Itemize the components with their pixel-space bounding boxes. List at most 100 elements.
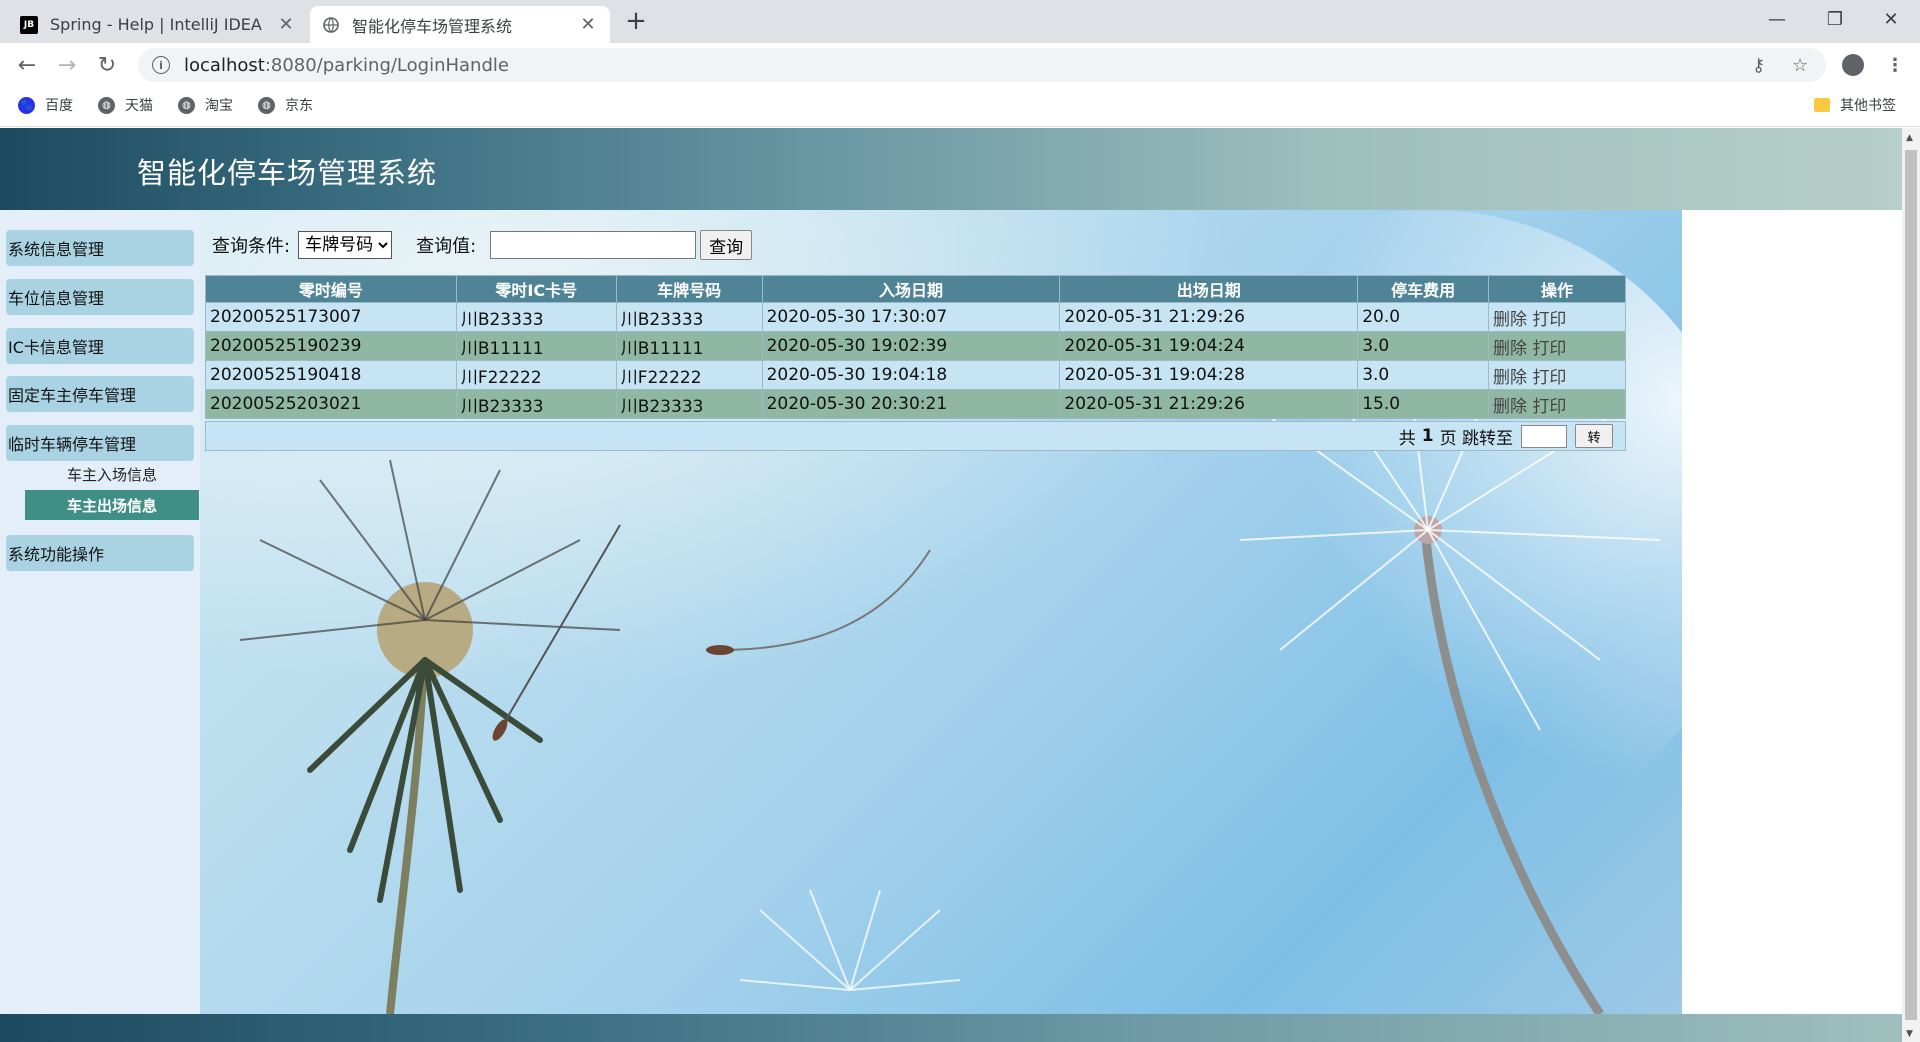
delete-link[interactable]: 删除: [1493, 368, 1527, 388]
other-bookmarks[interactable]: 其他书签: [1814, 95, 1896, 115]
bookmark-label: 天猫: [125, 98, 153, 114]
query-condition-select[interactable]: 车牌号码: [298, 231, 393, 259]
cell-fee: 3.0: [1357, 331, 1490, 361]
close-icon[interactable]: ✕: [578, 14, 598, 35]
right-blank-area: [1682, 210, 1902, 1014]
cell-entry-date: 2020-05-30 20:30:21: [761, 389, 1061, 419]
menu-system-functions[interactable]: 系统功能操作: [6, 535, 194, 571]
key-icon[interactable]: ⚷: [1752, 55, 1765, 76]
reload-icon[interactable]: ↻: [92, 50, 122, 80]
browser-tab-parking[interactable]: 智能化停车场管理系统 ✕: [310, 6, 610, 43]
search-button[interactable]: 查询: [700, 230, 753, 260]
print-link[interactable]: 打印: [1532, 397, 1566, 417]
site-footer: [0, 1014, 1902, 1042]
cell-ic-card: 川B23333: [455, 302, 617, 332]
address-bar[interactable]: i localhost:8080/parking/LoginHandle: [138, 48, 1826, 82]
bookmarks-bar: 🐾 百度 ◍ 天猫 ◍ 淘宝 ◍ 京东 其他书签: [0, 87, 1920, 127]
main-content: 查询条件: 车牌号码 查询值: 查询 零时编号 零时IC卡号 车牌号码 入场日期…: [200, 210, 1682, 1014]
scroll-up-icon[interactable]: ▲: [1906, 133, 1913, 143]
bookmark-baidu[interactable]: 🐾 百度: [18, 95, 73, 115]
page-jump-input[interactable]: [1521, 424, 1567, 448]
cell-operations: 删除 打印: [1488, 331, 1626, 361]
bookmark-taobao[interactable]: ◍ 淘宝: [178, 95, 233, 115]
col-exit-date: 出场日期: [1059, 275, 1359, 303]
menu-parking-space[interactable]: 车位信息管理: [6, 279, 194, 315]
cell-ic-card: 川B23333: [455, 389, 617, 419]
cell-operations: 删除 打印: [1488, 389, 1626, 419]
cell-ic-card: 川F22222: [455, 360, 617, 390]
window-close-icon[interactable]: ✕: [1862, 0, 1920, 38]
delete-link[interactable]: 删除: [1493, 310, 1527, 330]
browser-toolbar: ← → ↻ i localhost:8080/parking/LoginHand…: [0, 43, 1920, 87]
page-scrollbar[interactable]: ▲ ▼: [1902, 128, 1920, 1042]
cell-temp-id: 20200525190239: [205, 331, 457, 361]
cell-temp-id: 20200525173007: [205, 302, 457, 332]
forward-icon[interactable]: →: [52, 50, 82, 80]
browser-tab-bar: JB Spring - Help | IntelliJ IDEA ✕ 智能化停车…: [0, 0, 1920, 43]
cell-exit-date: 2020-05-31 19:04:28: [1059, 360, 1359, 390]
col-parking-fee: 停车费用: [1357, 275, 1490, 303]
cell-exit-date: 2020-05-31 21:29:26: [1059, 389, 1359, 419]
bookmark-tmall[interactable]: ◍ 天猫: [98, 95, 153, 115]
cell-entry-date: 2020-05-30 19:04:18: [761, 360, 1061, 390]
info-icon[interactable]: i: [152, 56, 170, 74]
page-jump-button[interactable]: 转: [1575, 424, 1613, 448]
cell-fee: 3.0: [1357, 360, 1490, 390]
scrollbar-thumb[interactable]: [1905, 150, 1917, 1020]
delete-link[interactable]: 删除: [1493, 397, 1527, 417]
url-host: localhost: [184, 54, 265, 76]
baidu-paw-icon: 🐾: [18, 96, 35, 114]
tab-title: 智能化停车场管理系统: [352, 16, 513, 36]
table-row: 20200525190418 川F22222 川F22222 2020-05-3…: [205, 360, 1626, 390]
globe-icon: ◍: [98, 96, 115, 114]
col-temp-id: 零时编号: [205, 275, 457, 303]
bookmark-jd[interactable]: ◍ 京东: [258, 95, 313, 115]
col-temp-ic-card: 零时IC卡号: [455, 275, 617, 303]
col-operations: 操作: [1488, 275, 1626, 303]
delete-link[interactable]: 删除: [1493, 339, 1527, 359]
pagination-bar: 共 1 页 跳转至 转: [205, 421, 1626, 451]
cell-temp-id: 20200525190418: [205, 360, 457, 390]
col-entry-date: 入场日期: [761, 275, 1061, 303]
menu-system-info[interactable]: 系统信息管理: [6, 230, 194, 266]
cell-fee: 20.0: [1357, 302, 1490, 332]
scroll-down-icon[interactable]: ▼: [1906, 1029, 1913, 1039]
browser-tab-intellij[interactable]: JB Spring - Help | IntelliJ IDEA ✕: [8, 6, 308, 43]
cell-plate: 川F22222: [615, 360, 763, 390]
menu-fixed-owner-parking[interactable]: 固定车主停车管理: [6, 376, 194, 412]
cell-plate: 川B11111: [615, 331, 763, 361]
pager-total-suffix: 页 跳转至: [1439, 428, 1513, 449]
folder-icon: [1814, 98, 1830, 112]
minimize-icon[interactable]: —: [1748, 0, 1806, 38]
bookmark-label: 其他书签: [1840, 98, 1896, 114]
print-link[interactable]: 打印: [1532, 368, 1566, 388]
bookmark-label: 京东: [285, 98, 313, 114]
cell-fee: 15.0: [1357, 389, 1490, 419]
menu-ic-card[interactable]: IC卡信息管理: [6, 328, 194, 364]
close-icon[interactable]: ✕: [276, 14, 296, 35]
cell-temp-id: 20200525203021: [205, 389, 457, 419]
submenu-entry-info[interactable]: 车主入场信息: [25, 459, 199, 489]
globe-icon: ◍: [258, 96, 275, 114]
new-tab-icon[interactable]: +: [622, 6, 650, 36]
star-icon[interactable]: ☆: [1792, 55, 1808, 76]
submenu-exit-info[interactable]: 车主出场信息: [25, 490, 199, 520]
menu-icon[interactable]: ⋮: [1886, 55, 1904, 76]
query-bar: 查询条件: 车牌号码 查询值: 查询: [212, 230, 753, 260]
menu-temp-vehicle-parking[interactable]: 临时车辆停车管理: [6, 425, 194, 461]
account-icon[interactable]: [1842, 54, 1864, 76]
cell-ic-card: 川B11111: [455, 331, 617, 361]
globe-icon: ◍: [178, 96, 195, 114]
table-row: 20200525203021 川B23333 川B23333 2020-05-3…: [205, 389, 1626, 419]
query-value-input[interactable]: [490, 231, 697, 259]
back-icon[interactable]: ←: [12, 50, 42, 80]
print-link[interactable]: 打印: [1532, 310, 1566, 330]
print-link[interactable]: 打印: [1532, 339, 1566, 359]
cell-exit-date: 2020-05-31 19:04:24: [1059, 331, 1359, 361]
cell-operations: 删除 打印: [1488, 360, 1626, 390]
web-page: 智能化停车场管理系统 系统信息管理 车位信息管理 IC卡信息管理 固定车主停车管…: [0, 128, 1920, 1042]
tab-title: Spring - Help | IntelliJ IDEA: [50, 15, 262, 34]
table-row: 20200525190239 川B11111 川B11111 2020-05-3…: [205, 331, 1626, 361]
cell-plate: 川B23333: [615, 389, 763, 419]
restore-icon[interactable]: ❐: [1806, 0, 1864, 38]
